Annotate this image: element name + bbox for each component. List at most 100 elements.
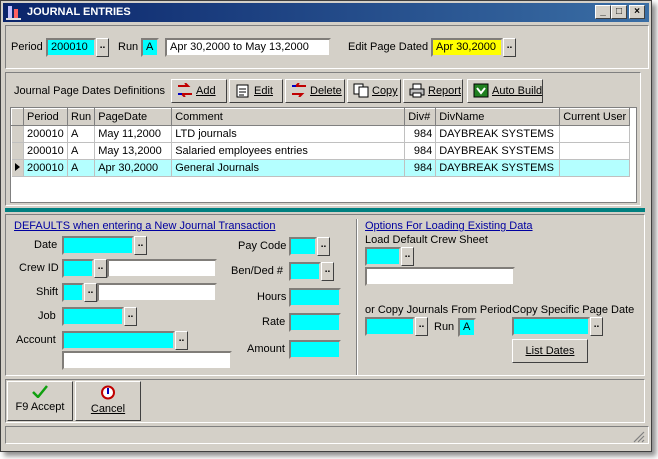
column-header-current-user[interactable]: Current User bbox=[559, 108, 631, 126]
app-icon bbox=[6, 6, 21, 20]
close-button[interactable]: × bbox=[629, 5, 645, 19]
copy-run-label: Run bbox=[434, 321, 455, 333]
amount-field[interactable] bbox=[289, 340, 341, 359]
cell-comment: Salaried employees entries bbox=[171, 142, 406, 160]
cell-current-user bbox=[559, 159, 631, 177]
list-dates-button[interactable]: List Dates bbox=[512, 339, 588, 363]
column-header-divname[interactable]: DivName bbox=[435, 108, 561, 126]
pay-code-label: Pay Code bbox=[238, 240, 287, 252]
edit-button[interactable]: Edit bbox=[229, 79, 283, 103]
edit-page-dated-lookup-button[interactable]: .. bbox=[503, 38, 516, 57]
grid-header-row: Period Run PageDate Comment Div# DivName… bbox=[11, 108, 631, 126]
window-title: JOURNAL ENTRIES bbox=[27, 6, 131, 18]
job-lookup-button[interactable]: .. bbox=[124, 307, 137, 326]
accept-label: F9 Accept bbox=[15, 401, 65, 413]
period-field[interactable]: 200010 bbox=[46, 38, 96, 57]
period-label: Period bbox=[11, 41, 43, 53]
cell-current-user bbox=[559, 125, 631, 143]
copy-from-period-lookup-button[interactable]: .. bbox=[415, 317, 428, 336]
cell-pagedate: Apr 30,2000 bbox=[94, 159, 173, 177]
date-range-field[interactable]: Apr 30,2000 to May 13,2000 bbox=[165, 38, 331, 57]
pay-code-field[interactable] bbox=[289, 237, 317, 256]
defaults-options-separator bbox=[356, 219, 358, 375]
load-default-crew-sheet-label: Load Default Crew Sheet bbox=[365, 234, 488, 246]
date-field[interactable] bbox=[62, 236, 134, 255]
shift-field[interactable] bbox=[62, 283, 84, 302]
report-printer-icon bbox=[409, 83, 425, 98]
period-lookup-button[interactable]: .. bbox=[96, 38, 109, 57]
ben-ded-lookup-button[interactable]: .. bbox=[321, 262, 334, 281]
crew-sheet-lookup-button[interactable]: .. bbox=[401, 247, 414, 266]
list-dates-label: List Dates bbox=[525, 345, 575, 357]
table-row-selected[interactable]: 200010 A Apr 30,2000 General Journals 98… bbox=[11, 159, 631, 177]
cancel-button[interactable]: Cancel bbox=[75, 381, 141, 421]
column-header-period[interactable]: Period bbox=[23, 108, 68, 126]
delete-label: Delete bbox=[310, 85, 342, 97]
shift-lookup-button[interactable]: .. bbox=[84, 283, 97, 302]
run-label: Run bbox=[118, 41, 139, 53]
journal-entries-window: JOURNAL ENTRIES _ □ × Period 200010 .. R… bbox=[0, 0, 652, 452]
cell-run: A bbox=[67, 142, 96, 160]
cell-run: A bbox=[67, 125, 96, 143]
ben-ded-field[interactable] bbox=[289, 262, 321, 281]
row-indicator bbox=[11, 142, 24, 160]
cell-period: 200010 bbox=[23, 159, 68, 177]
cell-divname: DAYBREAK SYSTEMS bbox=[435, 159, 561, 177]
table-row[interactable]: 200010 A May 13,2000 Salaried employees … bbox=[11, 142, 631, 160]
title-bar[interactable]: JOURNAL ENTRIES _ □ × bbox=[3, 3, 649, 22]
resize-grip-icon[interactable] bbox=[633, 431, 645, 443]
cell-pagedate: May 13,2000 bbox=[94, 142, 173, 160]
cancel-label: Cancel bbox=[90, 403, 126, 415]
edit-page-dated-field[interactable]: Apr 30,2000 bbox=[431, 38, 503, 57]
cell-period: 200010 bbox=[23, 125, 68, 143]
section-divider bbox=[5, 208, 645, 212]
auto-build-button[interactable]: Auto Build bbox=[467, 79, 543, 103]
edit-page-dated-label: Edit Page Dated bbox=[348, 41, 429, 53]
row-indicator bbox=[11, 125, 24, 143]
column-header-div-number[interactable]: Div# bbox=[404, 108, 437, 126]
journal-dates-title: Journal Page Dates Definitions bbox=[14, 85, 166, 97]
delete-button[interactable]: Delete bbox=[285, 79, 345, 103]
copy-label: Copy bbox=[372, 85, 398, 97]
cell-divname: DAYBREAK SYSTEMS bbox=[435, 142, 561, 160]
account-lookup-button[interactable]: .. bbox=[175, 331, 188, 350]
edit-label: Edit bbox=[254, 85, 273, 97]
cell-period: 200010 bbox=[23, 142, 68, 160]
copy-page-date-lookup-button[interactable]: .. bbox=[590, 317, 603, 336]
auto-build-icon bbox=[473, 83, 489, 98]
crew-sheet-field[interactable] bbox=[365, 247, 401, 266]
copy-from-period-field[interactable] bbox=[365, 317, 415, 336]
journal-dates-table: Period Run PageDate Comment Div# DivName… bbox=[11, 108, 631, 177]
column-header-run[interactable]: Run bbox=[66, 108, 96, 126]
journal-dates-grid: Period Run PageDate Comment Div# DivName… bbox=[10, 107, 637, 203]
maximize-button[interactable]: □ bbox=[611, 5, 627, 19]
cell-comment: LTD journals bbox=[171, 125, 406, 143]
copy-run-field[interactable]: A bbox=[458, 318, 476, 337]
accept-button[interactable]: F9 Accept bbox=[7, 381, 73, 421]
cell-current-user bbox=[559, 142, 631, 160]
column-header-comment[interactable]: Comment bbox=[171, 108, 406, 126]
crew-id-lookup-button[interactable]: .. bbox=[94, 259, 107, 278]
hours-field[interactable] bbox=[289, 288, 341, 307]
job-field[interactable] bbox=[62, 307, 124, 326]
column-header-pagedate[interactable]: PageDate bbox=[94, 108, 173, 126]
report-button[interactable]: Report bbox=[403, 79, 463, 103]
add-button[interactable]: Add bbox=[171, 79, 227, 103]
pay-code-lookup-button[interactable]: .. bbox=[317, 237, 330, 256]
rate-label: Rate bbox=[262, 316, 286, 328]
current-row-arrow-icon bbox=[14, 162, 20, 171]
minimize-button[interactable]: _ bbox=[595, 5, 611, 19]
copy-page-date-field[interactable] bbox=[512, 317, 590, 336]
rate-field[interactable] bbox=[289, 313, 341, 332]
crew-id-field[interactable] bbox=[62, 259, 94, 278]
copy-pages-icon bbox=[353, 83, 369, 98]
copy-page-date-label: Copy Specific Page Date bbox=[512, 304, 635, 316]
amount-label: Amount bbox=[247, 343, 285, 355]
account-field[interactable] bbox=[62, 331, 175, 350]
date-lookup-button[interactable]: .. bbox=[134, 236, 147, 255]
copy-button[interactable]: Copy bbox=[347, 79, 401, 103]
defaults-heading: DEFAULTS when entering a New Journal Tra… bbox=[14, 220, 276, 232]
table-row[interactable]: 200010 A May 11,2000 LTD journals 984 DA… bbox=[11, 125, 631, 143]
grid-header-indicator bbox=[11, 108, 24, 126]
run-field[interactable]: A bbox=[141, 38, 159, 57]
